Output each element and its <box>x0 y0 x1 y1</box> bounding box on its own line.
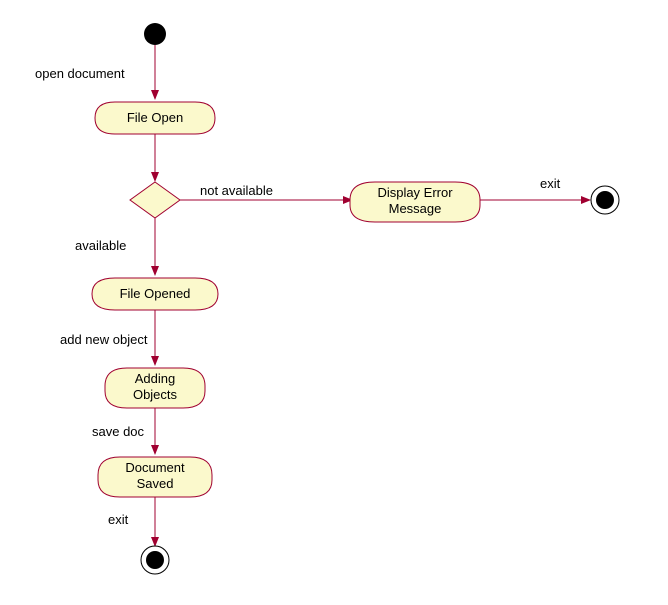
node-file-open-label: File Open <box>127 110 183 125</box>
node-display-error-label-1: Display Error <box>377 185 453 200</box>
node-display-error-label-2: Message <box>389 201 442 216</box>
decision-node <box>130 182 180 218</box>
node-file-opened-label: File Opened <box>120 286 191 301</box>
label-not-available: not available <box>200 183 273 198</box>
final-state-right-inner <box>596 191 614 209</box>
node-document-saved: Document Saved <box>98 457 212 497</box>
node-document-saved-label-1: Document <box>125 460 185 475</box>
label-add-new-object: add new object <box>60 332 148 347</box>
label-save-doc: save doc <box>92 424 145 439</box>
node-adding-objects: Adding Objects <box>105 368 205 408</box>
node-document-saved-label-2: Saved <box>137 476 174 491</box>
node-adding-objects-label-1: Adding <box>135 371 175 386</box>
initial-state <box>144 23 166 45</box>
label-exit-left: exit <box>108 512 129 527</box>
label-open-document: open document <box>35 66 125 81</box>
label-exit-right: exit <box>540 176 561 191</box>
node-file-open: File Open <box>95 102 215 134</box>
label-available: available <box>75 238 126 253</box>
node-adding-objects-label-2: Objects <box>133 387 178 402</box>
node-file-opened: File Opened <box>92 278 218 310</box>
final-state-bottom-inner <box>146 551 164 569</box>
activity-diagram: open document File Open not available Di… <box>0 0 668 605</box>
node-display-error: Display Error Message <box>350 182 480 222</box>
